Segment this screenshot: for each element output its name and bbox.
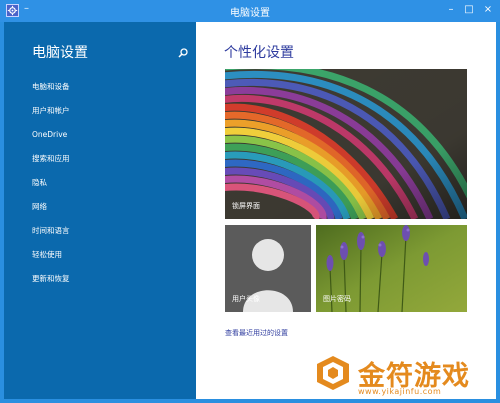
account-picture-label: 用户头像: [232, 295, 260, 303]
picture-password-tile[interactable]: 图片密码: [316, 225, 467, 312]
window-title: 电脑设置: [230, 8, 270, 19]
sidebar-item-time-and-language[interactable]: 时间和语言: [32, 225, 70, 249]
title-bar: – 电脑设置 – □ ×: [0, 0, 500, 22]
maximize-icon[interactable]: □: [462, 3, 476, 17]
watermark: 金符游戏 www.yikajinfu.com: [312, 348, 496, 399]
sidebar-item-update-and-recovery[interactable]: 更新和恢复: [32, 273, 70, 297]
lock-screen-tile[interactable]: 锁屏界面: [225, 69, 467, 219]
watermark-url: www.yikajinfu.com: [358, 387, 442, 396]
sidebar-item-network[interactable]: 网络: [32, 201, 70, 225]
page-title: 个性化设置: [224, 45, 294, 61]
picture-password-label: 图片密码: [323, 295, 351, 303]
lock-screen-label: 锁屏界面: [232, 202, 260, 210]
recent-settings-link[interactable]: 查看最近用过的设置: [225, 328, 288, 338]
sidebar-item-privacy[interactable]: 隐私: [32, 177, 70, 201]
settings-main: 个性化设置 锁屏界面 用户头像 图片密码 查看最近用过的设置: [196, 22, 496, 399]
account-picture-tile[interactable]: 用户头像: [225, 225, 311, 312]
sidebar-item-onedrive[interactable]: OneDrive: [32, 129, 70, 153]
sidebar-item-accounts[interactable]: 用户和帐户: [32, 105, 70, 129]
sidebar-heading: 电脑设置: [32, 45, 88, 61]
search-icon[interactable]: [178, 48, 188, 58]
sidebar-item-search-and-apps[interactable]: 搜索和应用: [32, 153, 70, 177]
sidebar-item-pc-and-devices[interactable]: 电脑和设备: [32, 81, 70, 105]
close-icon[interactable]: ×: [481, 3, 495, 17]
lock-screen-image: [225, 69, 467, 219]
minimize-icon[interactable]: –: [444, 3, 458, 17]
watermark-logo-icon: [317, 356, 349, 390]
sidebar-menu: 电脑和设备 用户和帐户 OneDrive 搜索和应用 隐私 网络 时间和语言 轻…: [32, 81, 70, 297]
sidebar-item-ease-of-access[interactable]: 轻松使用: [32, 249, 70, 273]
settings-sidebar: 电脑设置 电脑和设备 用户和帐户 OneDrive 搜索和应用 隐私 网络 时间…: [4, 22, 196, 399]
